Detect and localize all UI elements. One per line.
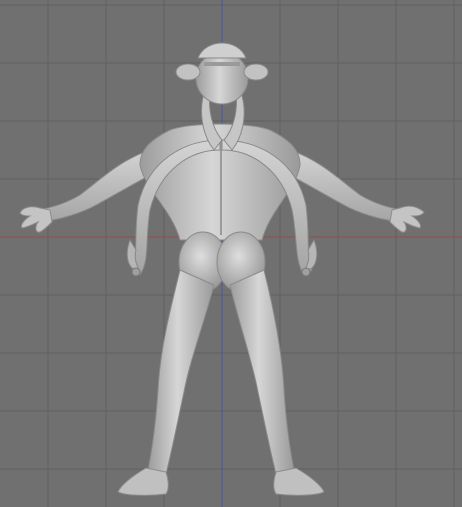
- humanoid-model[interactable]: [0, 0, 462, 507]
- 3d-viewport[interactable]: [0, 0, 462, 507]
- head: [175, 42, 269, 105]
- right-leg: [229, 269, 325, 496]
- left-leg: [117, 269, 215, 496]
